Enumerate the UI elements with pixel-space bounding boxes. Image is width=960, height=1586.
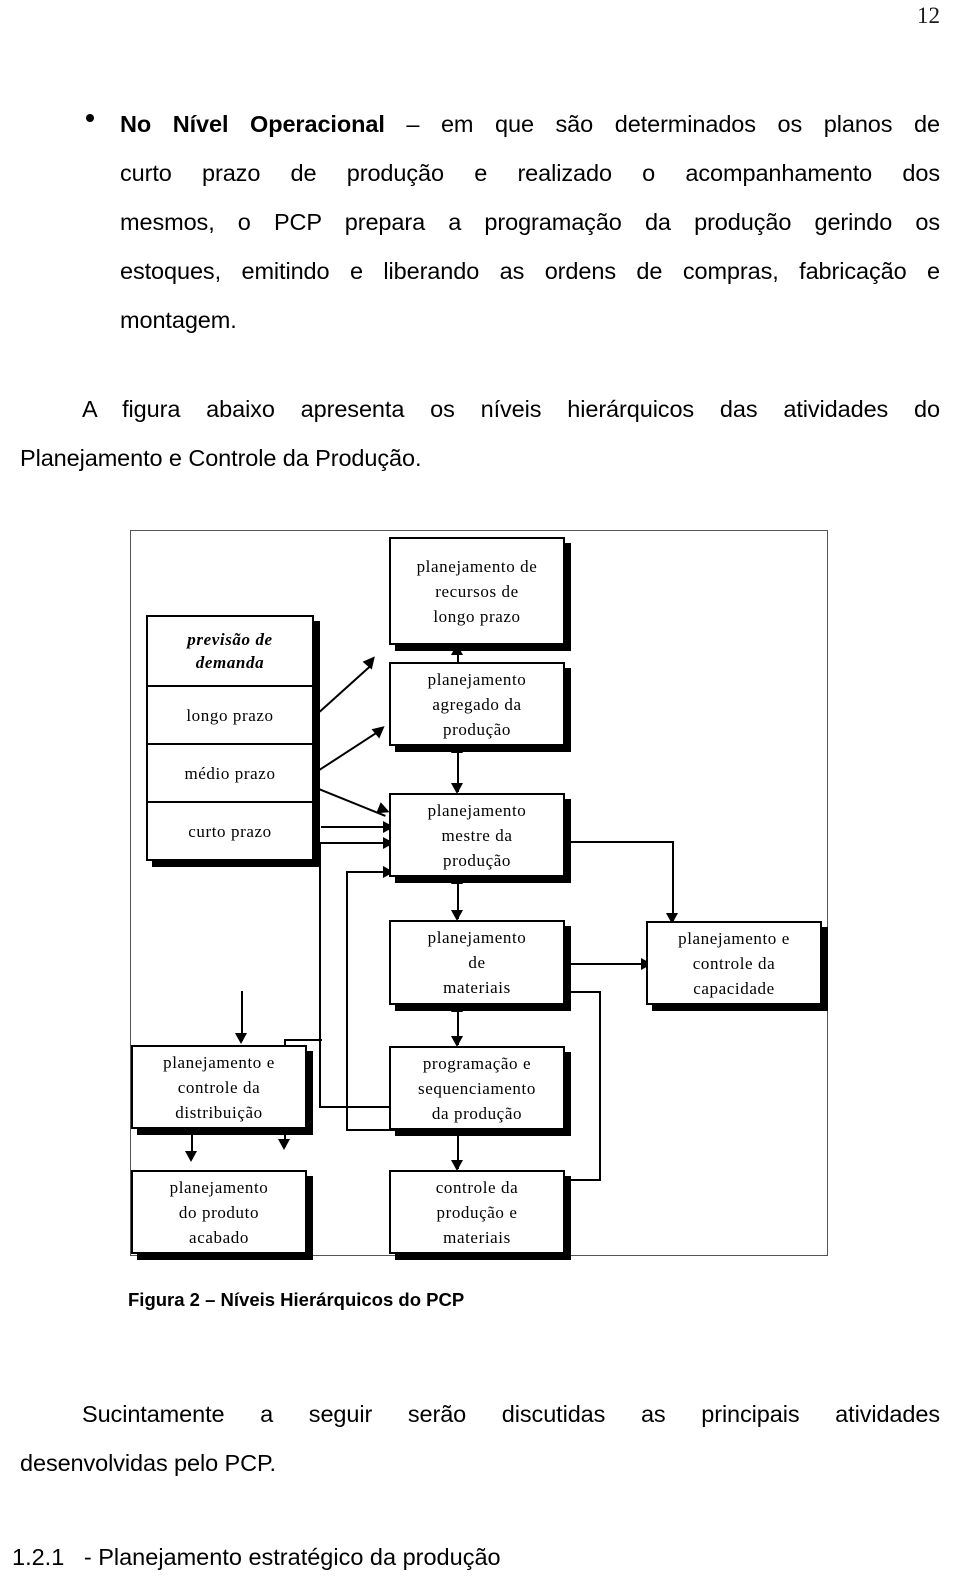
previsao-row-medio-prazo[interactable]: médio prazo — [148, 743, 312, 801]
capacidade-line-2: controle da — [692, 953, 776, 973]
agregado-line-3: produção — [442, 719, 512, 739]
materiais-line-2: de — [468, 953, 486, 972]
previsao-row-label-2: curto prazo — [188, 821, 272, 841]
connector-curto-prazo-mestre — [321, 826, 389, 828]
bullet-lead-bold: No Nível Operacional — [120, 111, 385, 137]
sequenciamento-line-2: sequenciamento — [418, 1078, 536, 1098]
arrowhead-down-produto-acabado — [185, 1151, 197, 1162]
recursos-line-3: longo prazo — [433, 606, 521, 626]
capacidade-line-1: planejamento e — [678, 928, 790, 948]
previsao-row-longo-prazo[interactable]: longo prazo — [148, 685, 312, 743]
connector-mestre-capacidade-v — [672, 841, 674, 921]
controle-producao-line-2: produção e — [436, 1202, 518, 1222]
controle-producao-line-1: controle da — [435, 1177, 519, 1197]
connector-longo-prazo-recursos — [319, 664, 373, 713]
arrowhead-recursos-diagonal — [362, 652, 380, 670]
distribuicao-line-3: distribuição — [175, 1102, 263, 1122]
box-previsao-header: previsão de demanda — [148, 617, 312, 685]
bullet-paragraph-line-1: No Nível Operacional – em que são determ… — [120, 100, 940, 149]
intro-paragraph-line-2: Planejamento e Controle da Produção. — [20, 445, 422, 471]
bullet-paragraph-line-2: curto prazo de produção e realizado o ac… — [120, 160, 940, 186]
recursos-line-2: recursos de — [435, 581, 519, 601]
connector-medio-prazo-agregado — [319, 730, 379, 771]
box-programacao-sequenciamento-producao[interactable]: programação e sequenciamento da produção — [389, 1046, 565, 1130]
box-planejamento-de-materiais[interactable]: planejamento de materiais — [389, 920, 565, 1005]
intro-paragraph-line-1: A figura abaixo apresenta os níveis hier… — [82, 396, 940, 422]
box-planejamento-controle-capacidade[interactable]: planejamento e controle da capacidade — [646, 921, 822, 1005]
distribuicao-line-1: planejamento e — [163, 1052, 275, 1072]
previsao-header-line-1: previsão de — [187, 630, 273, 650]
bullet-paragraph-line-5: montagem. — [120, 307, 237, 333]
materiais-line-3: materiais — [443, 978, 511, 997]
previsao-header-line-2: demanda — [195, 653, 265, 673]
mestre-line-1: planejamento — [427, 800, 527, 820]
produto-acabado-line-3: acabado — [189, 1227, 249, 1247]
agregado-line-1: planejamento — [427, 669, 527, 689]
produto-acabado-line-2: do produto — [178, 1202, 260, 1222]
materiais-line-1: planejamento — [427, 928, 527, 947]
closing-paragraph-line-1: Sucintamente a seguir serão discutidas a… — [82, 1401, 940, 1427]
section-heading-1-2-1: 1.2.1 - Planejamento estratégico da prod… — [12, 1544, 501, 1570]
mestre-line-2: mestre da — [441, 825, 513, 845]
bullet-paragraph-line-4: estoques, emitindo e liberando as ordens… — [120, 258, 940, 284]
box-planejamento-mestre-producao[interactable]: planejamento mestre da produção — [389, 793, 565, 877]
closing-paragraph: Sucintamente a seguir serão discutidas a… — [0, 1390, 940, 1488]
arrowhead-agregado-diagonal — [371, 721, 389, 739]
connector-feedback-b-riser — [346, 871, 348, 1131]
bullet-line-1-rest: – em que são determinados os planos de — [384, 111, 940, 137]
connector-feedback-a-riser — [319, 842, 321, 1108]
box-previsao-de-demanda[interactable]: previsão de demanda longo prazo médio pr… — [146, 615, 314, 861]
sequenciamento-line-1: programação e — [422, 1053, 532, 1073]
controle-producao-line-3: materiais — [443, 1227, 511, 1247]
agregado-line-2: agregado da — [432, 694, 522, 714]
bullet-paragraph: No Nível Operacional – em que são determ… — [86, 100, 940, 345]
arrowhead-up-recursos — [451, 644, 463, 655]
distribuicao-line-2: controle da — [177, 1077, 261, 1097]
produto-acabado-line-1: planejamento — [169, 1177, 269, 1197]
box-planejamento-agregado-producao[interactable]: planejamento agregado da produção — [389, 662, 565, 746]
bullet-paragraph-line-3: mesmos, o PCP prepara a programação da p… — [120, 209, 940, 235]
capacidade-line-3: capacidade — [693, 978, 775, 998]
box-planejamento-controle-distribuicao[interactable]: planejamento e controle da distribuição — [131, 1045, 307, 1129]
box-planejamento-produto-acabado[interactable]: planejamento do produto acabado — [131, 1170, 307, 1254]
arrowhead-down-distribuicao — [235, 1033, 247, 1044]
intro-paragraph: A figura abaixo apresenta os níveis hier… — [0, 385, 940, 483]
connector-second-into-produto-top — [284, 1039, 322, 1041]
previsao-row-label-0: longo prazo — [186, 705, 274, 725]
connector-feedback-a-top — [319, 842, 389, 844]
arrowhead-down-produto-acabado-2 — [278, 1139, 290, 1150]
connector-controle-materiais-riser — [599, 991, 601, 1181]
mestre-line-3: produção — [442, 850, 512, 870]
figure-hierarchical-levels-pcp: previsão de demanda longo prazo médio pr… — [130, 530, 828, 1256]
connector-controle-materiais-bottom — [566, 1179, 601, 1181]
recursos-line-1: planejamento de — [416, 556, 538, 576]
closing-paragraph-line-2: desenvolvidas pelo PCP. — [20, 1450, 276, 1476]
bullet-point-icon — [86, 114, 94, 122]
previsao-row-curto-prazo[interactable]: curto prazo — [148, 801, 312, 859]
figure-caption: Figura 2 – Níveis Hierárquicos do PCP — [128, 1289, 465, 1310]
page-number: 12 — [917, 3, 940, 28]
previsao-row-label-1: médio prazo — [184, 763, 276, 783]
box-planejamento-recursos-longo-prazo[interactable]: planejamento de recursos de longo prazo — [389, 537, 565, 645]
box-controle-producao-materiais[interactable]: controle da produção e materiais — [389, 1170, 565, 1254]
sequenciamento-line-3: da produção — [431, 1103, 523, 1123]
